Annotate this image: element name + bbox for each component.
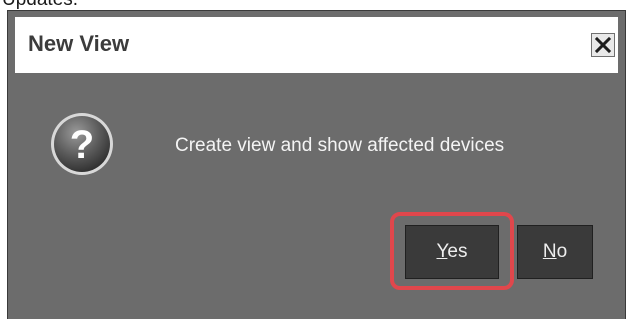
yes-button[interactable]: Yes <box>405 225 499 279</box>
close-icon[interactable] <box>591 33 615 57</box>
no-button[interactable]: No <box>517 225 593 279</box>
yes-button-mnemonic: Y <box>436 241 448 262</box>
new-view-dialog: New View ? Create view and show affected… <box>7 10 626 319</box>
no-button-label: o <box>556 241 568 262</box>
no-button-mnemonic: N <box>542 241 557 262</box>
dialog-title: New View <box>28 31 130 56</box>
yes-button-label: es <box>447 241 468 262</box>
svg-text:?: ? <box>70 123 94 167</box>
dialog-title-bar: New View <box>15 17 618 73</box>
background-window-fragment: Updates. <box>0 0 628 10</box>
question-icon: ? <box>48 110 116 178</box>
dialog-message: Create view and show affected devices <box>175 135 505 156</box>
screen: Updates. New View <box>0 0 628 319</box>
background-text: Updates. <box>2 0 78 10</box>
